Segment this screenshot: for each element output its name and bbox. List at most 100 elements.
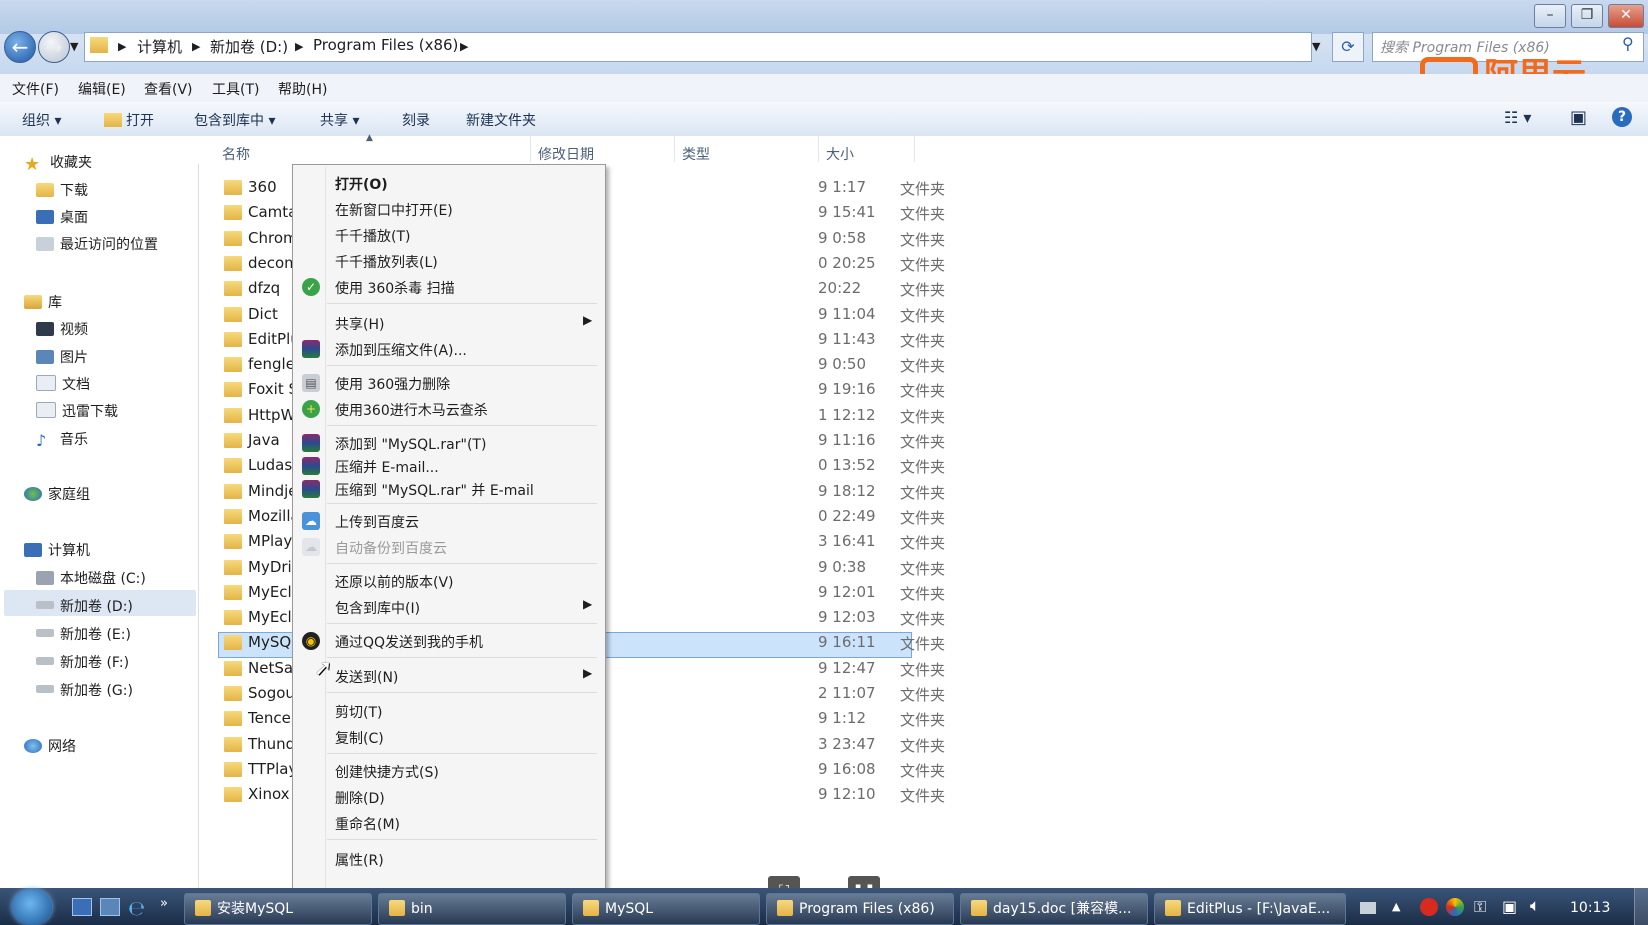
column-type[interactable]: 类型 (682, 144, 710, 164)
close-button[interactable]: ✕ (1608, 4, 1644, 28)
nav-documents[interactable]: 文档 (36, 374, 90, 394)
column-divider[interactable] (674, 136, 675, 162)
include-library-button[interactable]: 包含到库中 ▾ (194, 110, 275, 130)
ctx-open[interactable]: 打开(O) (293, 171, 603, 195)
show-desktop-button[interactable] (1634, 888, 1648, 925)
forward-button[interactable]: → (38, 31, 70, 63)
ctx-cut[interactable]: 剪切(T) (293, 699, 603, 723)
history-dropdown-icon[interactable]: ▼ (70, 40, 78, 53)
tray-360-icon[interactable] (1420, 898, 1438, 916)
nav-computer[interactable]: 计算机 (24, 540, 90, 560)
menu-view[interactable]: 查看(V) (144, 79, 193, 99)
column-size[interactable]: 大小 (826, 144, 854, 164)
ctx-trojan-scan[interactable]: + 使用360进行木马云查杀 (293, 397, 603, 421)
address-dropdown-icon[interactable]: ▼ (1312, 40, 1320, 53)
ctx-open-new-window[interactable]: 在新窗口中打开(E) (293, 197, 603, 221)
view-options-icon[interactable]: ☷ ▾ (1504, 108, 1531, 127)
ctx-share[interactable]: 共享(H) ▶ (293, 311, 603, 335)
nav-pictures[interactable]: 图片 (36, 347, 88, 367)
quicklaunch-explorer-icon[interactable] (100, 898, 120, 916)
open-button[interactable]: 打开 (104, 110, 154, 130)
breadcrumb-sep-icon[interactable]: ▶ (118, 40, 126, 53)
search-icon[interactable]: ⚲ (1622, 34, 1634, 53)
organize-button[interactable]: 组织 ▾ (22, 110, 61, 130)
column-divider[interactable] (530, 136, 531, 162)
taskbar-button[interactable]: day15.doc [兼容模... (960, 893, 1148, 925)
nav-downloads[interactable]: 下载 (36, 180, 88, 200)
column-divider[interactable] (914, 136, 915, 162)
breadcrumb-drive[interactable]: 新加卷 (D:) (210, 36, 288, 57)
tray-color-icon[interactable] (1446, 898, 1464, 916)
minimize-button[interactable]: – (1534, 4, 1566, 28)
video-pause-icon[interactable]: ❚❚ (848, 876, 880, 888)
ctx-copy[interactable]: 复制(C) (293, 725, 603, 749)
taskbar-button[interactable]: EditPlus - [F:\JavaE... (1154, 893, 1346, 925)
preview-pane-icon[interactable]: ▣ (1570, 107, 1587, 128)
video-fullscreen-icon[interactable]: ⛶ (768, 876, 800, 888)
ctx-ttplay[interactable]: 千千播放(T) (293, 223, 603, 247)
taskbar-button[interactable]: MySQL (572, 893, 760, 925)
taskbar-button[interactable]: Program Files (x86) (766, 893, 954, 925)
nav-drive-d[interactable]: 新加卷 (D:) (36, 596, 133, 616)
burn-button[interactable]: 刻录 (402, 110, 430, 130)
ctx-scan-360[interactable]: ✓ 使用 360杀毒 扫描 (293, 275, 603, 299)
nav-music[interactable]: ♪ 音乐 (36, 429, 88, 450)
menu-file[interactable]: 文件(F) (12, 79, 59, 99)
breadcrumb-sep-icon[interactable]: ▶ (460, 40, 468, 53)
ctx-send-to[interactable]: 发送到(N) ▶ (293, 664, 603, 688)
menu-tools[interactable]: 工具(T) (212, 79, 259, 99)
nav-drive-c[interactable]: 本地磁盘 (C:) (36, 568, 146, 588)
column-date[interactable]: 修改日期 (538, 144, 594, 164)
breadcrumb-sep-icon[interactable]: ▶ (192, 40, 200, 53)
quicklaunch-ie-icon[interactable]: ℮ (128, 896, 145, 920)
new-folder-button[interactable]: 新建文件夹 (466, 110, 536, 130)
nav-recent[interactable]: 最近访问的位置 (36, 234, 158, 254)
ctx-add-archive[interactable]: 添加到压缩文件(A)... (293, 337, 603, 361)
ctx-add-rar[interactable]: 添加到 "MySQL.rar"(T) (293, 431, 603, 455)
nav-xunlei[interactable]: 迅雷下载 (36, 401, 118, 421)
nav-drive-g[interactable]: 新加卷 (G:) (36, 680, 133, 700)
ctx-force-delete[interactable]: ▤ 使用 360强力删除 (293, 371, 603, 395)
tray-volume-icon[interactable]: 🔈︎ (1530, 896, 1540, 916)
breadcrumb-computer[interactable]: 计算机 (137, 36, 182, 57)
quicklaunch-desktop-icon[interactable] (72, 898, 92, 916)
quicklaunch-more-icon[interactable]: » (160, 896, 168, 911)
maximize-button[interactable]: ❐ (1571, 4, 1603, 28)
nav-desktop[interactable]: 桌面 (36, 207, 88, 227)
tray-network-icon[interactable]: ▣ (1502, 897, 1517, 916)
ctx-ttplay-list[interactable]: 千千播放列表(L) (293, 249, 603, 273)
nav-videos[interactable]: 视频 (36, 319, 88, 339)
taskbar-button[interactable]: bin (378, 893, 566, 925)
start-button[interactable] (12, 889, 52, 925)
ctx-compress-email[interactable]: 压缩并 E-mail... (293, 454, 603, 478)
nav-libraries[interactable]: 库 (24, 292, 62, 312)
ctx-restore-versions[interactable]: 还原以前的版本(V) (293, 569, 603, 593)
menu-help[interactable]: 帮助(H) (278, 79, 327, 99)
breadcrumb-sep-icon[interactable]: ▶ (295, 40, 303, 53)
ctx-delete[interactable]: 删除(D) (293, 785, 603, 809)
tray-keyboard-icon[interactable] (1360, 902, 1376, 914)
nav-favorites[interactable]: ★ 收藏夹 (24, 152, 92, 175)
nav-network[interactable]: 网络 (24, 736, 76, 756)
breadcrumb-folder[interactable]: Program Files (x86) (313, 36, 458, 54)
column-name[interactable]: 名称 (222, 144, 250, 164)
ctx-upload-baidu[interactable]: ☁ 上传到百度云 (293, 509, 603, 533)
refresh-icon[interactable]: ⟳ (1332, 32, 1364, 62)
nav-homegroup[interactable]: 家庭组 (24, 484, 90, 504)
back-button[interactable]: ← (4, 31, 36, 63)
nav-drive-f[interactable]: 新加卷 (F:) (36, 652, 129, 672)
share-button[interactable]: 共享 ▾ (320, 110, 359, 130)
help-icon[interactable]: ? (1612, 107, 1632, 127)
nav-drive-e[interactable]: 新加卷 (E:) (36, 624, 131, 644)
clock[interactable]: 10:13 (1570, 900, 1610, 916)
ctx-rename[interactable]: 重命名(M) (293, 811, 603, 835)
menu-edit[interactable]: 编辑(E) (78, 79, 126, 99)
ctx-properties[interactable]: 属性(R) (293, 847, 603, 871)
taskbar-button[interactable]: 安装MySQL (184, 893, 372, 925)
ctx-create-shortcut[interactable]: 创建快捷方式(S) (293, 759, 603, 783)
tray-expand-icon[interactable]: ▲ (1392, 900, 1400, 913)
ctx-include-library[interactable]: 包含到库中(I) ▶ (293, 595, 603, 619)
column-divider[interactable] (818, 136, 819, 162)
ctx-compress-rar-email[interactable]: 压缩到 "MySQL.rar" 并 E-mail (293, 477, 603, 501)
ctx-qq-send[interactable]: ◉ 通过QQ发送到我的手机 (293, 629, 603, 653)
